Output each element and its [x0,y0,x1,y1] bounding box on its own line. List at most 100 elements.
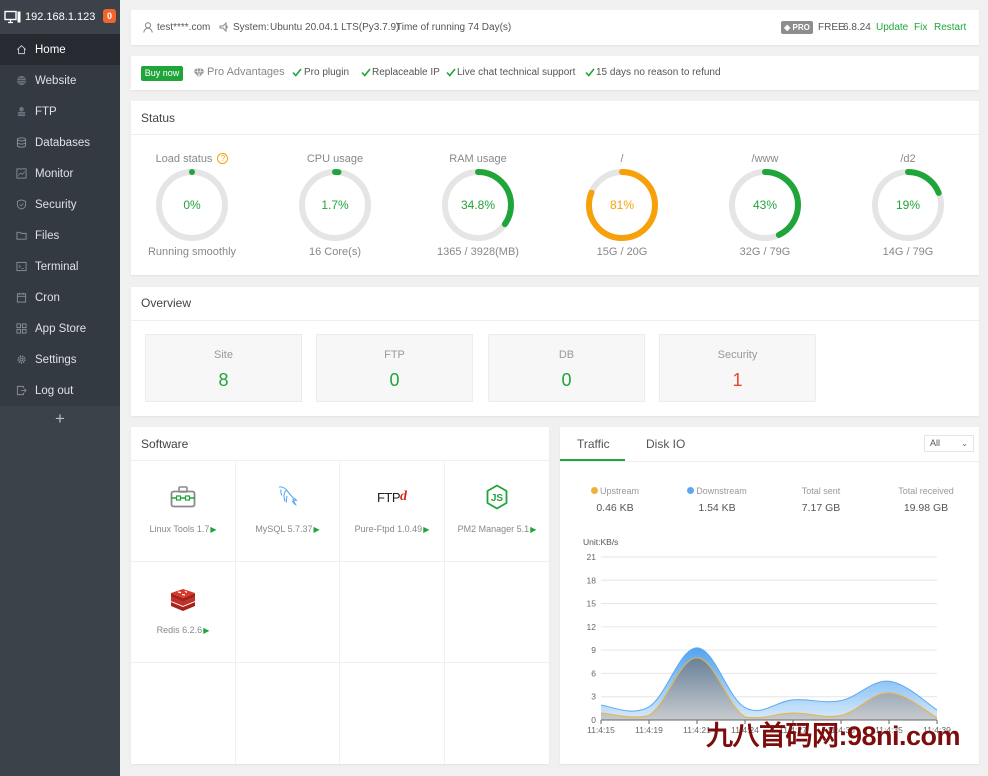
sidebar-item-label: Cron [35,291,60,304]
overview-card-site[interactable]: Site 8 [145,334,302,402]
database-icon [16,137,27,148]
sidebar-item-files[interactable]: Files [0,220,120,251]
sidebar-item-log-out[interactable]: Log out [0,375,120,406]
stat-value: 7.17 GB [801,502,841,514]
gauge-label: Load status [155,153,213,165]
stat-value: 1.54 KB [698,502,736,514]
play-icon[interactable]: ▶ [530,525,536,534]
software-item-linux-tools[interactable]: Linux Tools 1.7▶ [131,461,236,562]
stat-label: Total sent [801,486,841,496]
restart-link[interactable]: Restart [934,22,966,34]
gauge-disk-www[interactable]: /www 43% 32G / 79G [700,101,830,271]
overview-card-db[interactable]: DB 0 [488,334,645,402]
sidebar-item-home[interactable]: Home [0,34,120,65]
overview-card-security[interactable]: Security 1 [659,334,816,402]
y-tick-label: 3 [591,692,596,702]
fix-link[interactable]: Fix [914,22,927,34]
promo-bar: Buy now Pro Advantages Pro plugin Replac… [131,56,979,90]
sidebar-item-ftp[interactable]: FTP [0,96,120,127]
gauge-value: 81% [609,198,635,212]
buy-now-button[interactable]: Buy now [141,66,183,81]
add-menu-button[interactable]: + [0,406,120,433]
overview-label: FTP [384,349,405,361]
sidebar-item-security[interactable]: Security [0,189,120,220]
interface-select[interactable]: All ⌄ [924,435,974,452]
interface-select-value: All [930,438,941,448]
gauge-disk-d2[interactable]: /d2 19% 14G / 79G [843,101,973,271]
feature-item: Replaceable IP [372,67,440,78]
pro-badge[interactable]: ◈ PRO [781,21,813,34]
redis-icon [171,589,195,611]
diamond-icon [193,68,205,78]
diamond-icon: ◈ [784,23,791,32]
stat-label-row: Downstream [667,485,767,497]
sidebar: 192.168.1.123 0 Home Website FTP Databas… [0,0,120,776]
sidebar-item-label: FTP [35,105,57,118]
user-icon [143,22,153,33]
overview-value: 8 [218,370,229,390]
gauge-sub: 32G / 79G [739,246,791,258]
overview-value: 0 [561,370,572,390]
sidebar-item-settings[interactable]: Settings [0,344,120,375]
gauge-sub: 14G / 79G [882,246,934,258]
sidebar-menu: Home Website FTP Databases Monitor Secur… [0,34,120,406]
sidebar-item-monitor[interactable]: Monitor [0,158,120,189]
gauge-load-status[interactable]: Load status? 0% Running smoothly [127,101,257,271]
play-icon[interactable]: ▶ [423,525,429,534]
ftp-logo-text: FTP [376,489,401,505]
watermark: 九八首码网:98ni.com [706,721,961,751]
software-item-pure-ftpd[interactable]: FTP d Pure-Ftpd 1.0.49▶ [340,461,445,562]
help-icon[interactable]: ? [217,153,229,164]
tab-traffic[interactable]: Traffic [577,437,610,451]
play-icon[interactable]: ▶ [314,525,320,534]
gauge-value: 43% [752,198,778,212]
gauge-ram-usage[interactable]: RAM usage 34.8% 1365 / 3928(MB) [413,101,543,271]
sidebar-item-website[interactable]: Website [0,65,120,96]
tab-disk-io[interactable]: Disk IO [646,437,685,451]
software-slot-empty [340,663,445,764]
monitor-icon [16,168,27,179]
sidebar-item-app-store[interactable]: App Store [0,313,120,344]
sidebar-item-cron[interactable]: Cron [0,282,120,313]
update-link[interactable]: Update [876,22,908,34]
software-name: MySQL 5.7.37 [255,524,313,534]
sidebar-item-databases[interactable]: Databases [0,127,120,158]
sidebar-item-label: Home [35,43,66,56]
gauge-disk-root[interactable]: / 81% 15G / 20G [557,101,687,271]
pro-advantages-link[interactable]: Pro Advantages [207,66,285,79]
user-account: test****.com [157,22,211,33]
gauge-cpu-usage[interactable]: CPU usage 1.7% 16 Core(s) [270,101,400,271]
y-tick-label: 18 [587,575,597,585]
gauge-sub: Running smoothly [147,246,237,258]
mysql-dolphin-icon [278,486,298,507]
sidebar-item-label: Files [35,229,60,242]
uptime-text: Time of running 74 Day(s) [396,22,512,33]
sidebar-item-label: Website [35,74,77,87]
notification-badge[interactable]: 0 [103,9,116,23]
pro-badge-label: PRO [792,23,810,32]
play-icon[interactable]: ▶ [210,525,216,534]
check-icon [361,68,371,77]
globe-icon [16,75,27,86]
grid-icon [16,323,27,334]
sidebar-item-terminal[interactable]: Terminal [0,251,120,282]
software-icon-wrap: JS [445,483,549,511]
feature-item: 15 days no reason to refund [596,67,721,78]
play-icon[interactable]: ▶ [203,626,209,635]
logout-icon [16,385,27,396]
nodejs-icon: JS [486,484,508,510]
overview-card-ftp[interactable]: FTP 0 [316,334,473,402]
software-item-mysql[interactable]: MySQL 5.7.37▶ [236,461,340,562]
check-icon [585,68,595,77]
stat-label: Upstream [599,486,639,496]
software-slot-empty [340,562,445,663]
software-item-redis[interactable]: Redis 6.2.6▶ [131,562,236,663]
software-name: PM2 Manager 5.1 [457,524,530,534]
traffic-panel: Traffic Disk IO All ⌄ Upstream 0.46 KB Do… [560,427,979,764]
gauge-value: 0% [183,198,201,212]
gauge-label: /www [751,153,779,165]
folder-icon [16,231,27,240]
downstream-dot-icon [687,487,695,494]
software-item-pm2-manager[interactable]: JS PM2 Manager 5.1▶ [445,461,549,562]
version-label: 6.8.24 [843,22,871,33]
